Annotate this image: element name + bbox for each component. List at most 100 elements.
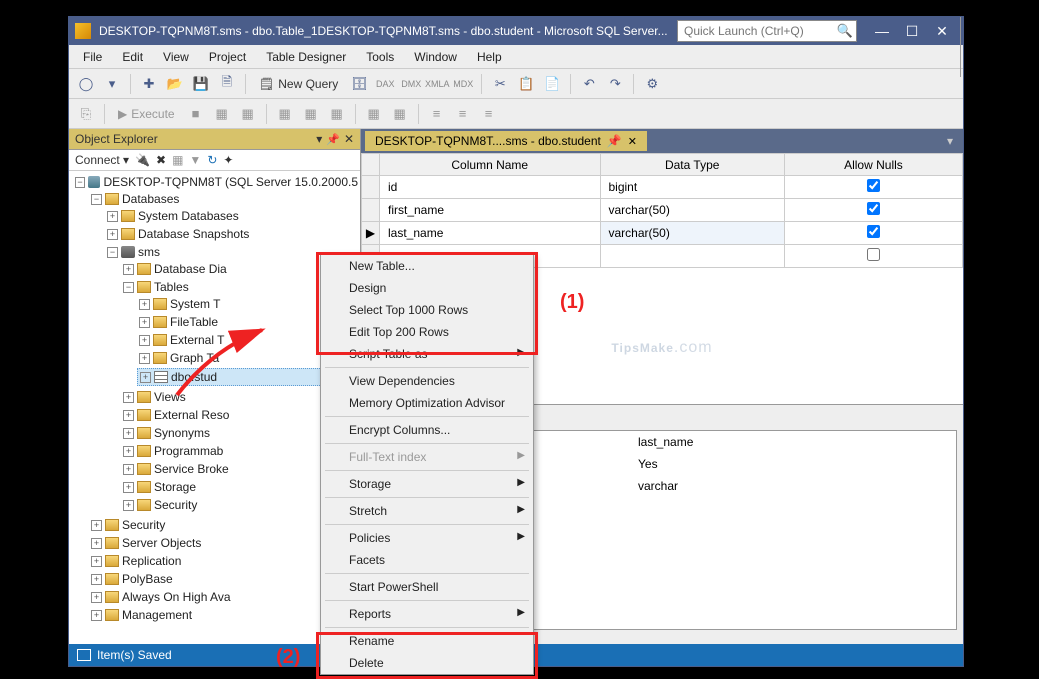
tree-snapshots[interactable]: Database Snapshots xyxy=(138,227,249,241)
tree-server[interactable]: DESKTOP-TQPNM8T (SQL Server 15.0.2000.5 xyxy=(103,175,358,189)
tab-dropdown-icon[interactable]: ▾ xyxy=(941,134,959,148)
tree-dbo-student[interactable]: dbo.stud xyxy=(171,370,217,384)
context-menu-item[interactable]: Edit Top 200 Rows xyxy=(321,321,533,343)
context-menu-item[interactable]: Rename xyxy=(321,630,533,652)
tree-storage[interactable]: Storage xyxy=(154,480,196,494)
copy-icon[interactable]: 📋 xyxy=(515,73,537,95)
tree-security[interactable]: Security xyxy=(122,518,165,532)
col-header-type[interactable]: Data Type xyxy=(600,154,784,176)
save-all-icon[interactable]: 🗎 xyxy=(216,73,238,95)
tree-diagrams[interactable]: Database Dia xyxy=(154,262,227,276)
oe-btn1-icon[interactable]: 🔌 xyxy=(135,153,150,167)
tree-system-tables[interactable]: System T xyxy=(170,297,220,311)
tree-programmability[interactable]: Programmab xyxy=(154,444,223,458)
close-button[interactable]: ✕ xyxy=(927,20,957,42)
oe-filter-icon[interactable]: ▦ xyxy=(172,153,183,167)
quick-launch-input[interactable] xyxy=(677,20,857,42)
tree-external-resources[interactable]: External Reso xyxy=(154,408,229,422)
nulls-checkbox[interactable] xyxy=(867,225,880,238)
pin-icon[interactable]: 📌 xyxy=(326,133,340,146)
new-query-button[interactable]: 🗒New Query xyxy=(253,75,344,93)
context-menu-item[interactable]: New Table... xyxy=(321,255,533,277)
menu-tools[interactable]: Tools xyxy=(358,48,402,66)
document-tab[interactable]: DESKTOP-TQPNM8T....sms - dbo.student 📌 ✕ xyxy=(365,131,647,151)
nulls-checkbox[interactable] xyxy=(867,179,880,192)
context-menu-item[interactable]: Design xyxy=(321,277,533,299)
context-menu-item[interactable]: Start PowerShell xyxy=(321,576,533,598)
tree-external-tables[interactable]: External T xyxy=(170,333,224,347)
oe-filter2-icon[interactable]: ▼ xyxy=(189,153,201,167)
open-icon[interactable]: 📂 xyxy=(164,73,186,95)
col-header-nulls[interactable]: Allow Nulls xyxy=(784,154,962,176)
db-icon[interactable]: 🗄 xyxy=(348,73,370,95)
nav-fwd-icon[interactable]: ▾ xyxy=(101,73,123,95)
paste-icon[interactable]: 📄 xyxy=(541,73,563,95)
menu-edit[interactable]: Edit xyxy=(114,48,151,66)
oe-stop-icon[interactable]: ✦ xyxy=(223,153,233,167)
context-menu-item[interactable]: Encrypt Columns... xyxy=(321,419,533,441)
expand-icon[interactable]: − xyxy=(75,177,85,188)
tree-system-databases[interactable]: System Databases xyxy=(138,209,239,223)
dax-icon[interactable]: DAX xyxy=(374,73,396,95)
config-icon[interactable]: ⚙ xyxy=(641,73,663,95)
context-menu-item[interactable]: Full-Text index▶ xyxy=(321,446,533,468)
new-project-icon[interactable]: ✚ xyxy=(138,73,160,95)
undo-icon[interactable]: ↶ xyxy=(578,73,600,95)
nav-back-icon[interactable]: ◯ xyxy=(75,73,97,95)
tree-views[interactable]: Views xyxy=(154,390,186,404)
minimize-button[interactable]: — xyxy=(867,20,897,42)
menu-file[interactable]: File xyxy=(75,48,110,66)
maximize-button[interactable]: ☐ xyxy=(897,20,927,42)
dmx-icon[interactable]: DMX xyxy=(400,73,422,95)
menu-help[interactable]: Help xyxy=(469,48,510,66)
server-icon xyxy=(88,176,100,188)
redo-icon[interactable]: ↷ xyxy=(604,73,626,95)
context-menu-item[interactable]: Script Table as▶ xyxy=(321,343,533,365)
context-menu-item[interactable]: Delete xyxy=(321,652,533,674)
menu-view[interactable]: View xyxy=(155,48,197,66)
nulls-checkbox[interactable] xyxy=(867,248,880,261)
context-menu-item[interactable]: Facets xyxy=(321,549,533,571)
context-menu-item[interactable]: Memory Optimization Advisor xyxy=(321,392,533,414)
tab-pin-icon[interactable]: 📌 xyxy=(607,134,622,148)
tree-sms-db[interactable]: sms xyxy=(138,245,160,259)
context-menu-item[interactable]: Select Top 1000 Rows xyxy=(321,299,533,321)
tree-service-broker[interactable]: Service Broke xyxy=(154,462,229,476)
mdx-icon[interactable]: MDX xyxy=(452,73,474,95)
xmla-icon[interactable]: XMLA xyxy=(426,73,448,95)
tree-filetables[interactable]: FileTable xyxy=(170,315,218,329)
menu-window[interactable]: Window xyxy=(406,48,465,66)
save-icon[interactable]: 💾 xyxy=(190,73,212,95)
nulls-checkbox[interactable] xyxy=(867,202,880,215)
context-menu-item[interactable]: Storage▶ xyxy=(321,473,533,495)
tree-replication[interactable]: Replication xyxy=(122,554,181,568)
tree-databases[interactable]: Databases xyxy=(122,192,179,206)
columns-grid[interactable]: Column Name Data Type Allow Nulls id big… xyxy=(361,153,963,268)
tree-tables[interactable]: Tables xyxy=(154,280,189,294)
search-icon[interactable]: 🔍 xyxy=(837,23,853,39)
tree-always-on[interactable]: Always On High Ava xyxy=(122,590,231,604)
menu-table-designer[interactable]: Table Designer xyxy=(258,48,354,66)
dropdown-icon[interactable]: ▾ xyxy=(316,132,322,146)
grid1-icon: ▦ xyxy=(237,103,259,125)
tab-close-icon[interactable]: ✕ xyxy=(628,135,637,148)
object-explorer-tree[interactable]: − DESKTOP-TQPNM8T (SQL Server 15.0.2000.5… xyxy=(69,171,360,644)
tree-management[interactable]: Management xyxy=(122,608,192,622)
oe-refresh-icon[interactable]: ↻ xyxy=(207,153,217,167)
folder-icon xyxy=(105,193,119,205)
oe-btn2-icon[interactable]: ✖ xyxy=(156,153,166,167)
tree-server-objects[interactable]: Server Objects xyxy=(122,536,201,550)
tree-security-db[interactable]: Security xyxy=(154,498,197,512)
context-menu-item[interactable]: Stretch▶ xyxy=(321,500,533,522)
context-menu-item[interactable]: Policies▶ xyxy=(321,527,533,549)
tree-graph-tables[interactable]: Graph Ta xyxy=(170,351,219,365)
context-menu-item[interactable]: View Dependencies xyxy=(321,370,533,392)
col-header-name[interactable]: Column Name xyxy=(380,154,601,176)
cut-icon[interactable]: ✂ xyxy=(489,73,511,95)
close-panel-icon[interactable]: ✕ xyxy=(344,132,354,146)
context-menu-item[interactable]: Reports▶ xyxy=(321,603,533,625)
menu-project[interactable]: Project xyxy=(201,48,254,66)
tree-polybase[interactable]: PolyBase xyxy=(122,572,173,586)
connect-button[interactable]: Connect ▾ xyxy=(75,153,129,167)
tree-synonyms[interactable]: Synonyms xyxy=(154,426,210,440)
